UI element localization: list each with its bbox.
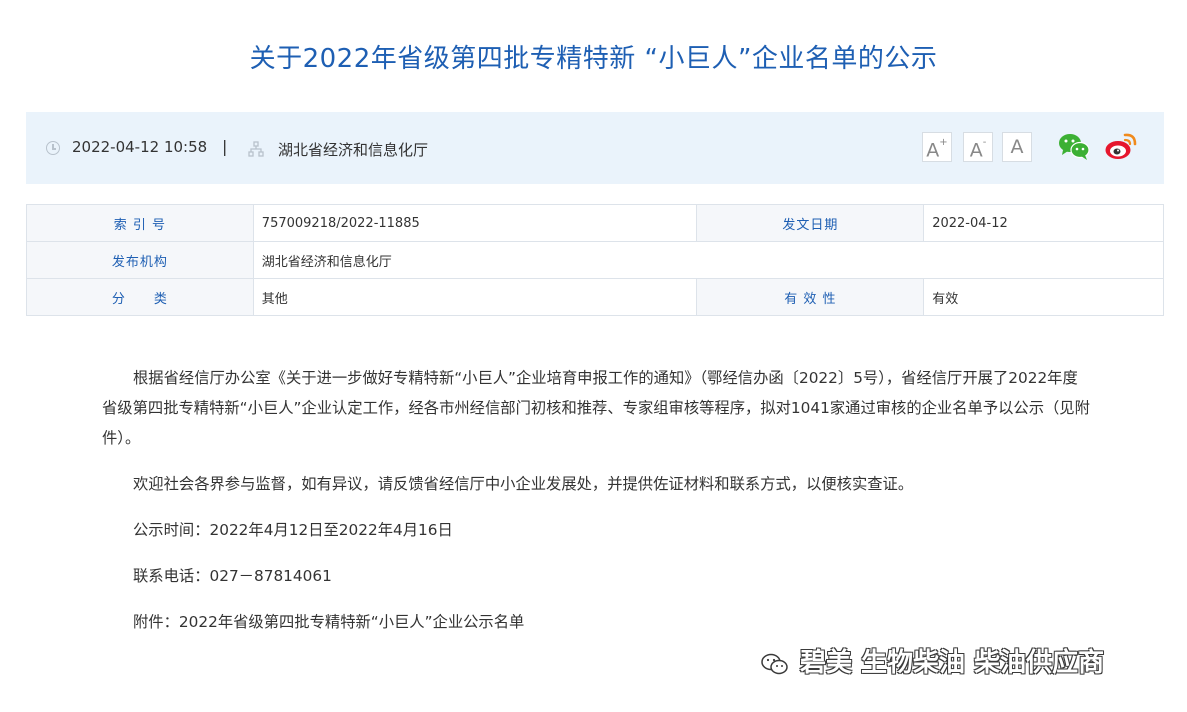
table-row: 分 类 其他 有 效 性 有效 [26,278,1164,316]
issue-date-value: 2022-04-12 [923,204,1164,242]
wechat-official-account-icon [761,653,788,674]
validity-value: 有效 [923,278,1164,316]
body-paragraph-2: 欢迎社会各界参与监督，如有异议，请反馈省经信厅中小企业发展处，并提供佐证材料和联… [133,475,914,493]
table-row: 发布机构 湖北省经济和信息化厅 [26,241,1165,279]
publishing-organization: 湖北省经济和信息化厅 [278,141,429,159]
index-number-label: 索 引 号 [26,204,254,242]
font-size-large-button[interactable]: A+ [922,132,952,162]
body-paragraph-1: 根据省经信厅办公室《关于进一步做好专精特新“小巨人”企业培育申报工作的通知》（鄂… [102,369,1090,447]
contact-phone: 联系电话：027－87814061 [133,567,332,585]
document-info-table: 索 引 号 757009218/2022-11885 发文日期 2022-04-… [26,204,1165,316]
article-meta-bar: 2022-04-12 10:58 | 湖北省经济和信息化厅 A+ A- A [26,112,1164,184]
clock-icon [46,141,60,155]
font-size-small-button[interactable]: A- [963,132,993,162]
meta-separator: | [222,137,228,156]
category-value: 其他 [252,278,698,316]
publish-date: 2022-04-12 10:58 [72,138,208,156]
font-size-default-button[interactable]: A [1002,132,1032,162]
validity-label: 有 效 性 [696,278,925,316]
index-number-value: 757009218/2022-11885 [252,204,698,242]
issue-date-label: 发文日期 [696,204,925,242]
attachment-link[interactable]: 附件：2022年省级第四批专精特新“小巨人”企业公示名单 [102,607,1092,637]
publicity-period: 公示时间：2022年4月12日至2022年4月16日 [133,521,453,539]
table-row: 索 引 号 757009218/2022-11885 发文日期 2022-04-… [26,204,1164,242]
watermark: 碧美 生物柴油 柴油供应商 [760,642,1104,679]
organization-icon [248,141,264,157]
watermark-text: 碧美 生物柴油 柴油供应商 [800,648,1105,678]
publisher-value: 湖北省经济和信息化厅 [252,241,1165,279]
weibo-icon[interactable] [1104,130,1138,162]
category-label: 分 类 [26,278,254,316]
page-title: 关于2022年省级第四批专精特新 “小巨人”企业名单的公示 [249,44,938,74]
publisher-label: 发布机构 [26,241,254,279]
wechat-icon[interactable] [1057,130,1091,162]
